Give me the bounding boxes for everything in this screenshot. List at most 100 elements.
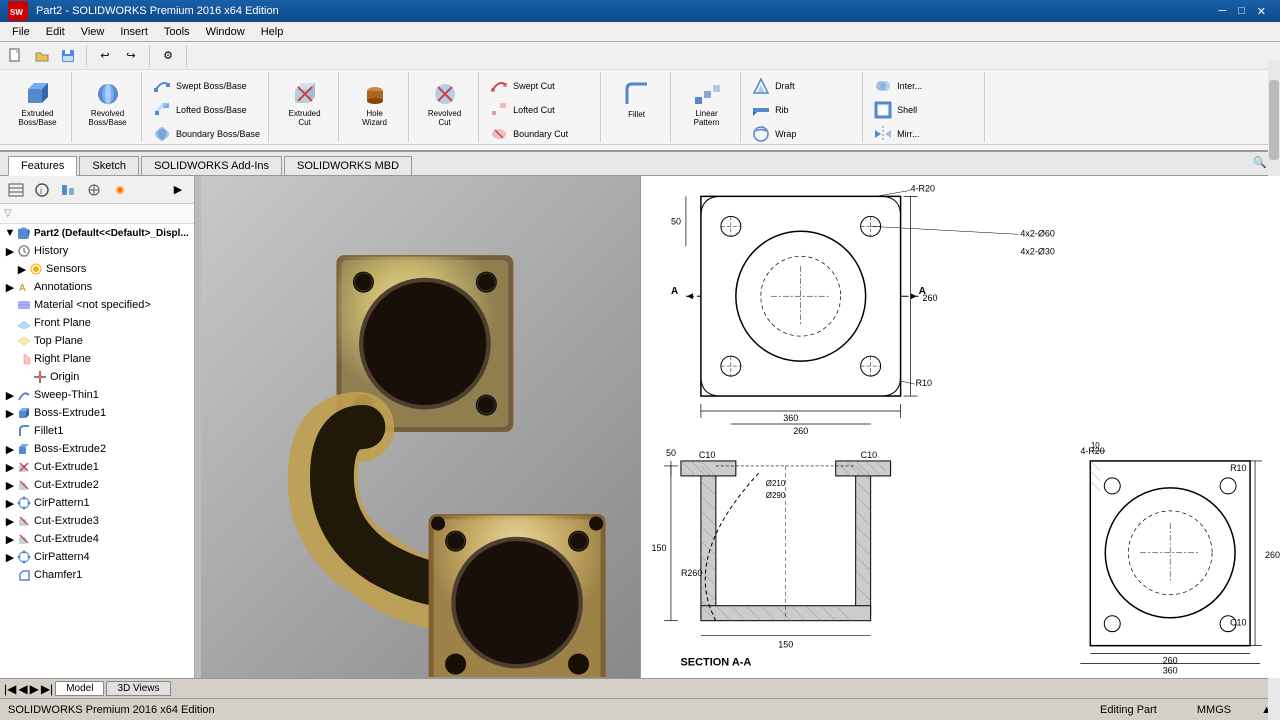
tab-addins[interactable]: SOLIDWORKS Add-Ins — [141, 156, 282, 175]
shell-btn[interactable]: Shell — [869, 98, 921, 122]
menu-view[interactable]: View — [73, 24, 113, 40]
expand-icon[interactable]: ▼ — [4, 227, 16, 239]
menu-tools[interactable]: Tools — [156, 24, 198, 40]
displaymanager-btn[interactable] — [108, 179, 132, 201]
tree-item-sensors[interactable]: ▶ Sensors — [0, 260, 194, 278]
open-btn[interactable] — [30, 45, 54, 67]
cut-extrude1-label: Cut-Extrude1 — [34, 461, 99, 473]
bottom-tab-3dviews[interactable]: 3D Views — [106, 681, 170, 696]
fillet-btn[interactable]: Fillet — [603, 72, 671, 142]
tree-item-boss-extrude2[interactable]: ▶ Boss-Extrude2 — [0, 440, 194, 458]
menu-edit[interactable]: Edit — [38, 24, 73, 40]
tree-item-cirpattern4[interactable]: ▶ CirPattern4 — [0, 548, 194, 566]
tree-item-front-plane[interactable]: Front Plane — [0, 314, 194, 332]
tree-item-material[interactable]: Material <not specified> — [0, 296, 194, 314]
swept-cut-label: Swept Cut — [513, 81, 555, 91]
collapse-panel-btn[interactable]: ▶ — [166, 179, 190, 201]
tree-item-top-plane[interactable]: Top Plane — [0, 332, 194, 350]
swept-boss-btn[interactable]: Swept Boss/Base — [148, 74, 251, 98]
extrude-boss-btn[interactable]: ExtrudedBoss/Base — [4, 72, 72, 142]
propertymanager-btn[interactable]: i — [30, 179, 54, 201]
tree-item-origin[interactable]: Origin — [0, 368, 194, 386]
featuremanager-btn[interactable] — [4, 179, 28, 201]
feature-tree: ▼ Part2 (Default<<Default>_Displ... ▶ — [0, 224, 194, 678]
sweep-expand[interactable]: ▶ — [4, 389, 16, 401]
tree-item-chamfer1[interactable]: Chamfer1 — [0, 566, 194, 584]
rib-btn[interactable]: Rib — [747, 98, 793, 122]
close-btn[interactable]: ✕ — [1251, 5, 1272, 18]
nav-first[interactable]: |◀ — [4, 682, 16, 696]
origin-label: Origin — [50, 371, 79, 383]
bottom-tab-model[interactable]: Model — [55, 681, 104, 696]
redo-btn[interactable]: ↪ — [119, 45, 143, 67]
boss-extrude1-expand[interactable]: ▶ — [4, 407, 16, 419]
menu-file[interactable]: File — [4, 24, 38, 40]
cut-extrude1-expand[interactable]: ▶ — [4, 461, 16, 473]
tree-item-cut-extrude1[interactable]: ▶ Cut-Extrude1 — [0, 458, 194, 476]
lofted-boss-btn[interactable]: Lofted Boss/Base — [148, 98, 251, 122]
extruded-cut-btn[interactable]: ExtrudedCut — [271, 72, 339, 142]
nav-next[interactable]: ▶ — [30, 682, 39, 696]
boss-extrude2-expand[interactable]: ▶ — [4, 443, 16, 455]
tree-item-fillet1[interactable]: Fillet1 — [0, 422, 194, 440]
cirpattern4-expand[interactable]: ▶ — [4, 551, 16, 563]
part-name-item[interactable]: ▼ Part2 (Default<<Default>_Displ... — [0, 224, 194, 242]
nav-prev[interactable]: ◀ — [18, 682, 27, 696]
boundary-cut-btn[interactable]: Boundary Cut — [485, 122, 572, 146]
undo-btn[interactable]: ↩ — [93, 45, 117, 67]
svg-text:50: 50 — [671, 216, 681, 226]
tab-mbd[interactable]: SOLIDWORKS MBD — [284, 156, 412, 175]
cirpattern1-expand[interactable]: ▶ — [4, 497, 16, 509]
options-btn[interactable]: ⚙ — [156, 45, 180, 67]
cut-extrude3-expand[interactable]: ▶ — [4, 515, 16, 527]
tree-item-annotations[interactable]: ▶ A Annotations — [0, 278, 194, 296]
fillet1-icon — [16, 423, 32, 439]
wrap-btn[interactable]: Wrap — [747, 122, 800, 146]
mirror-btn[interactable]: Mirr... — [869, 122, 924, 146]
wrap-label: Wrap — [775, 129, 796, 139]
dimxpert-btn[interactable] — [82, 179, 106, 201]
tab-features[interactable]: Features — [8, 156, 77, 176]
tree-item-cirpattern1[interactable]: ▶ CirPattern1 — [0, 494, 194, 512]
menu-window[interactable]: Window — [198, 24, 253, 40]
nav-last[interactable]: ▶| — [41, 682, 53, 696]
menu-insert[interactable]: Insert — [112, 24, 156, 40]
top-plane-label: Top Plane — [34, 335, 83, 347]
svg-text:C10: C10 — [861, 450, 877, 460]
tree-item-right-plane[interactable]: Right Plane — [0, 350, 194, 368]
swept-cut-btn[interactable]: Swept Cut — [485, 74, 559, 98]
final-tools-group: Inter... Shell — [865, 72, 985, 142]
hole-wizard-btn[interactable]: HoleWizard — [341, 72, 409, 142]
draft-btn[interactable]: Draft — [747, 74, 799, 98]
lofted-cut-label: Lofted Cut — [513, 105, 555, 115]
svg-text:50: 50 — [666, 448, 676, 458]
3d-viewport[interactable] — [201, 176, 640, 678]
linear-pattern-btn[interactable]: LinearPattern — [673, 72, 741, 142]
history-expand[interactable]: ▶ — [4, 245, 16, 257]
configmanager-btn[interactable] — [56, 179, 80, 201]
tree-item-cut-extrude4[interactable]: ▶ Cut-Extrude4 — [0, 530, 194, 548]
svg-text:360: 360 — [1163, 666, 1178, 676]
boundary-boss-btn[interactable]: Boundary Boss/Base — [148, 122, 264, 146]
drawing-svg: A A 360 260 260 50 4-R20 4 — [641, 176, 1280, 678]
maximize-btn[interactable]: □ — [1232, 5, 1251, 17]
new-btn[interactable] — [4, 45, 28, 67]
edition-label: SOLIDWORKS Premium 2016 x64 Edition — [8, 704, 215, 716]
tree-item-cut-extrude3[interactable]: ▶ Cut-Extrude3 — [0, 512, 194, 530]
sensors-expand[interactable]: ▶ — [16, 263, 28, 275]
lofted-cut-btn[interactable]: Lofted Cut — [485, 98, 559, 122]
tree-item-sweep-thin1[interactable]: ▶ Sweep-Thin1 — [0, 386, 194, 404]
revolved-boss-btn[interactable]: RevolvedBoss/Base — [74, 72, 142, 142]
tab-sketch[interactable]: Sketch — [79, 156, 139, 175]
annotations-expand[interactable]: ▶ — [4, 281, 16, 293]
save-btn[interactable] — [56, 45, 80, 67]
tree-item-history[interactable]: ▶ History — [0, 242, 194, 260]
minimize-btn[interactable]: ─ — [1212, 5, 1232, 17]
cut-extrude4-expand[interactable]: ▶ — [4, 533, 16, 545]
intersect-btn[interactable]: Inter... — [869, 74, 926, 98]
cut-extrude2-expand[interactable]: ▶ — [4, 479, 16, 491]
tree-item-boss-extrude1[interactable]: ▶ Boss-Extrude1 — [0, 404, 194, 422]
tree-item-cut-extrude2[interactable]: ▶ Cut-Extrude2 — [0, 476, 194, 494]
menu-help[interactable]: Help — [253, 24, 292, 40]
revolved-cut-btn[interactable]: RevolvedCut — [411, 72, 479, 142]
